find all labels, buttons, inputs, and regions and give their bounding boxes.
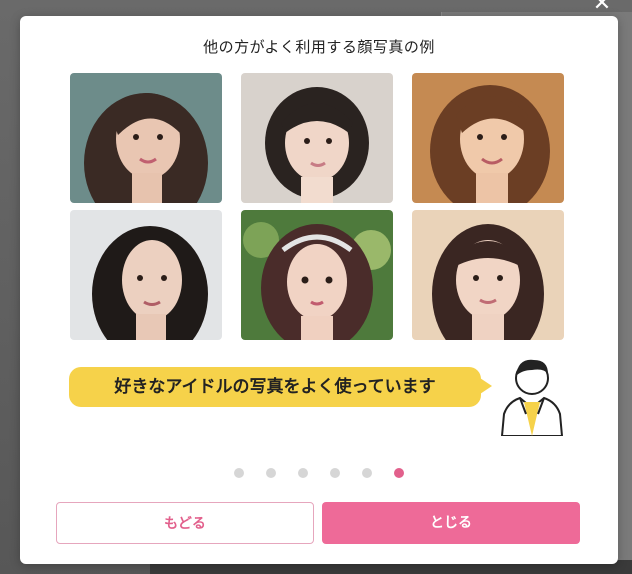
example-photos-modal: 他の方がよく利用する顔写真の例 好きなアイドルの写真をよく使っています もどる … <box>20 16 618 564</box>
pagination-dot-5[interactable] <box>362 468 372 478</box>
pagination-dots <box>20 468 618 478</box>
close-icon[interactable]: ✕ <box>590 0 614 16</box>
example-photo-6 <box>412 210 564 340</box>
speech-bubble: 好きなアイドルの写真をよく使っています <box>69 367 481 407</box>
close-button[interactable]: とじる <box>322 502 580 544</box>
example-photo-1 <box>70 73 222 203</box>
speech-bubble-tail <box>480 378 492 394</box>
example-photo-2 <box>241 73 393 203</box>
pagination-dot-2[interactable] <box>266 468 276 478</box>
modal-title: 他の方がよく利用する顔写真の例 <box>203 38 435 56</box>
pagination-dot-1[interactable] <box>234 468 244 478</box>
example-photo-5 <box>241 210 393 340</box>
pagination-dot-4[interactable] <box>330 468 340 478</box>
person-illustration-icon <box>496 352 568 437</box>
pagination-dot-3[interactable] <box>298 468 308 478</box>
pagination-dot-6[interactable] <box>394 468 404 478</box>
example-photo-4 <box>70 210 222 340</box>
speech-bubble-text: 好きなアイドルの写真をよく使っています <box>114 377 436 397</box>
back-button[interactable]: もどる <box>56 502 314 544</box>
example-photo-3 <box>412 73 564 203</box>
